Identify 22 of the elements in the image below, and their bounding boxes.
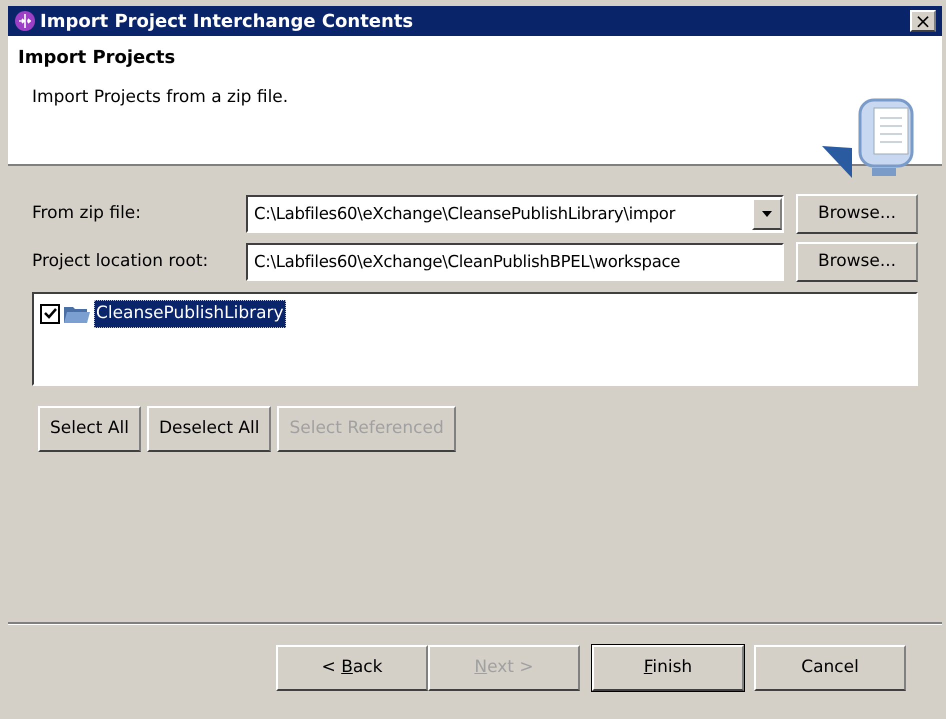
field-label: Project location root: xyxy=(32,250,210,274)
field-label: From zip file: xyxy=(32,202,142,226)
app-icon xyxy=(14,10,36,32)
browse-button[interactable]: Browse... xyxy=(796,242,918,282)
wizard-button[interactable]: < Back xyxy=(276,645,428,691)
close-button[interactable]: × xyxy=(910,10,936,32)
project-item[interactable]: CleansePublishLibrary xyxy=(40,300,910,328)
wizard-button[interactable]: Cancel xyxy=(754,645,906,691)
dropdown-button[interactable] xyxy=(752,198,782,230)
project-name: CleansePublishLibrary xyxy=(94,300,286,328)
page-description: Import Projects from a zip file. xyxy=(31,86,290,109)
checkbox[interactable] xyxy=(40,304,60,324)
path-input-field[interactable]: C:\Labfiles60\eXchange\CleanPublishBPEL\workspace xyxy=(246,243,784,281)
wizard-button[interactable]: Finish xyxy=(592,645,744,691)
dropdown-arrow-icon xyxy=(762,211,772,217)
path-combo-box[interactable]: C:\Labfiles60\eXchange\CleansePublishLibrary\impor xyxy=(246,195,784,233)
browse-button[interactable]: Browse... xyxy=(796,194,918,234)
check-icon xyxy=(44,308,56,320)
window-title: Import Project Interchange Contents xyxy=(40,10,414,34)
selection-button[interactable]: Select All xyxy=(38,406,141,452)
page-title: Import Projects xyxy=(18,46,176,70)
selection-button[interactable]: Deselect All xyxy=(146,406,272,452)
